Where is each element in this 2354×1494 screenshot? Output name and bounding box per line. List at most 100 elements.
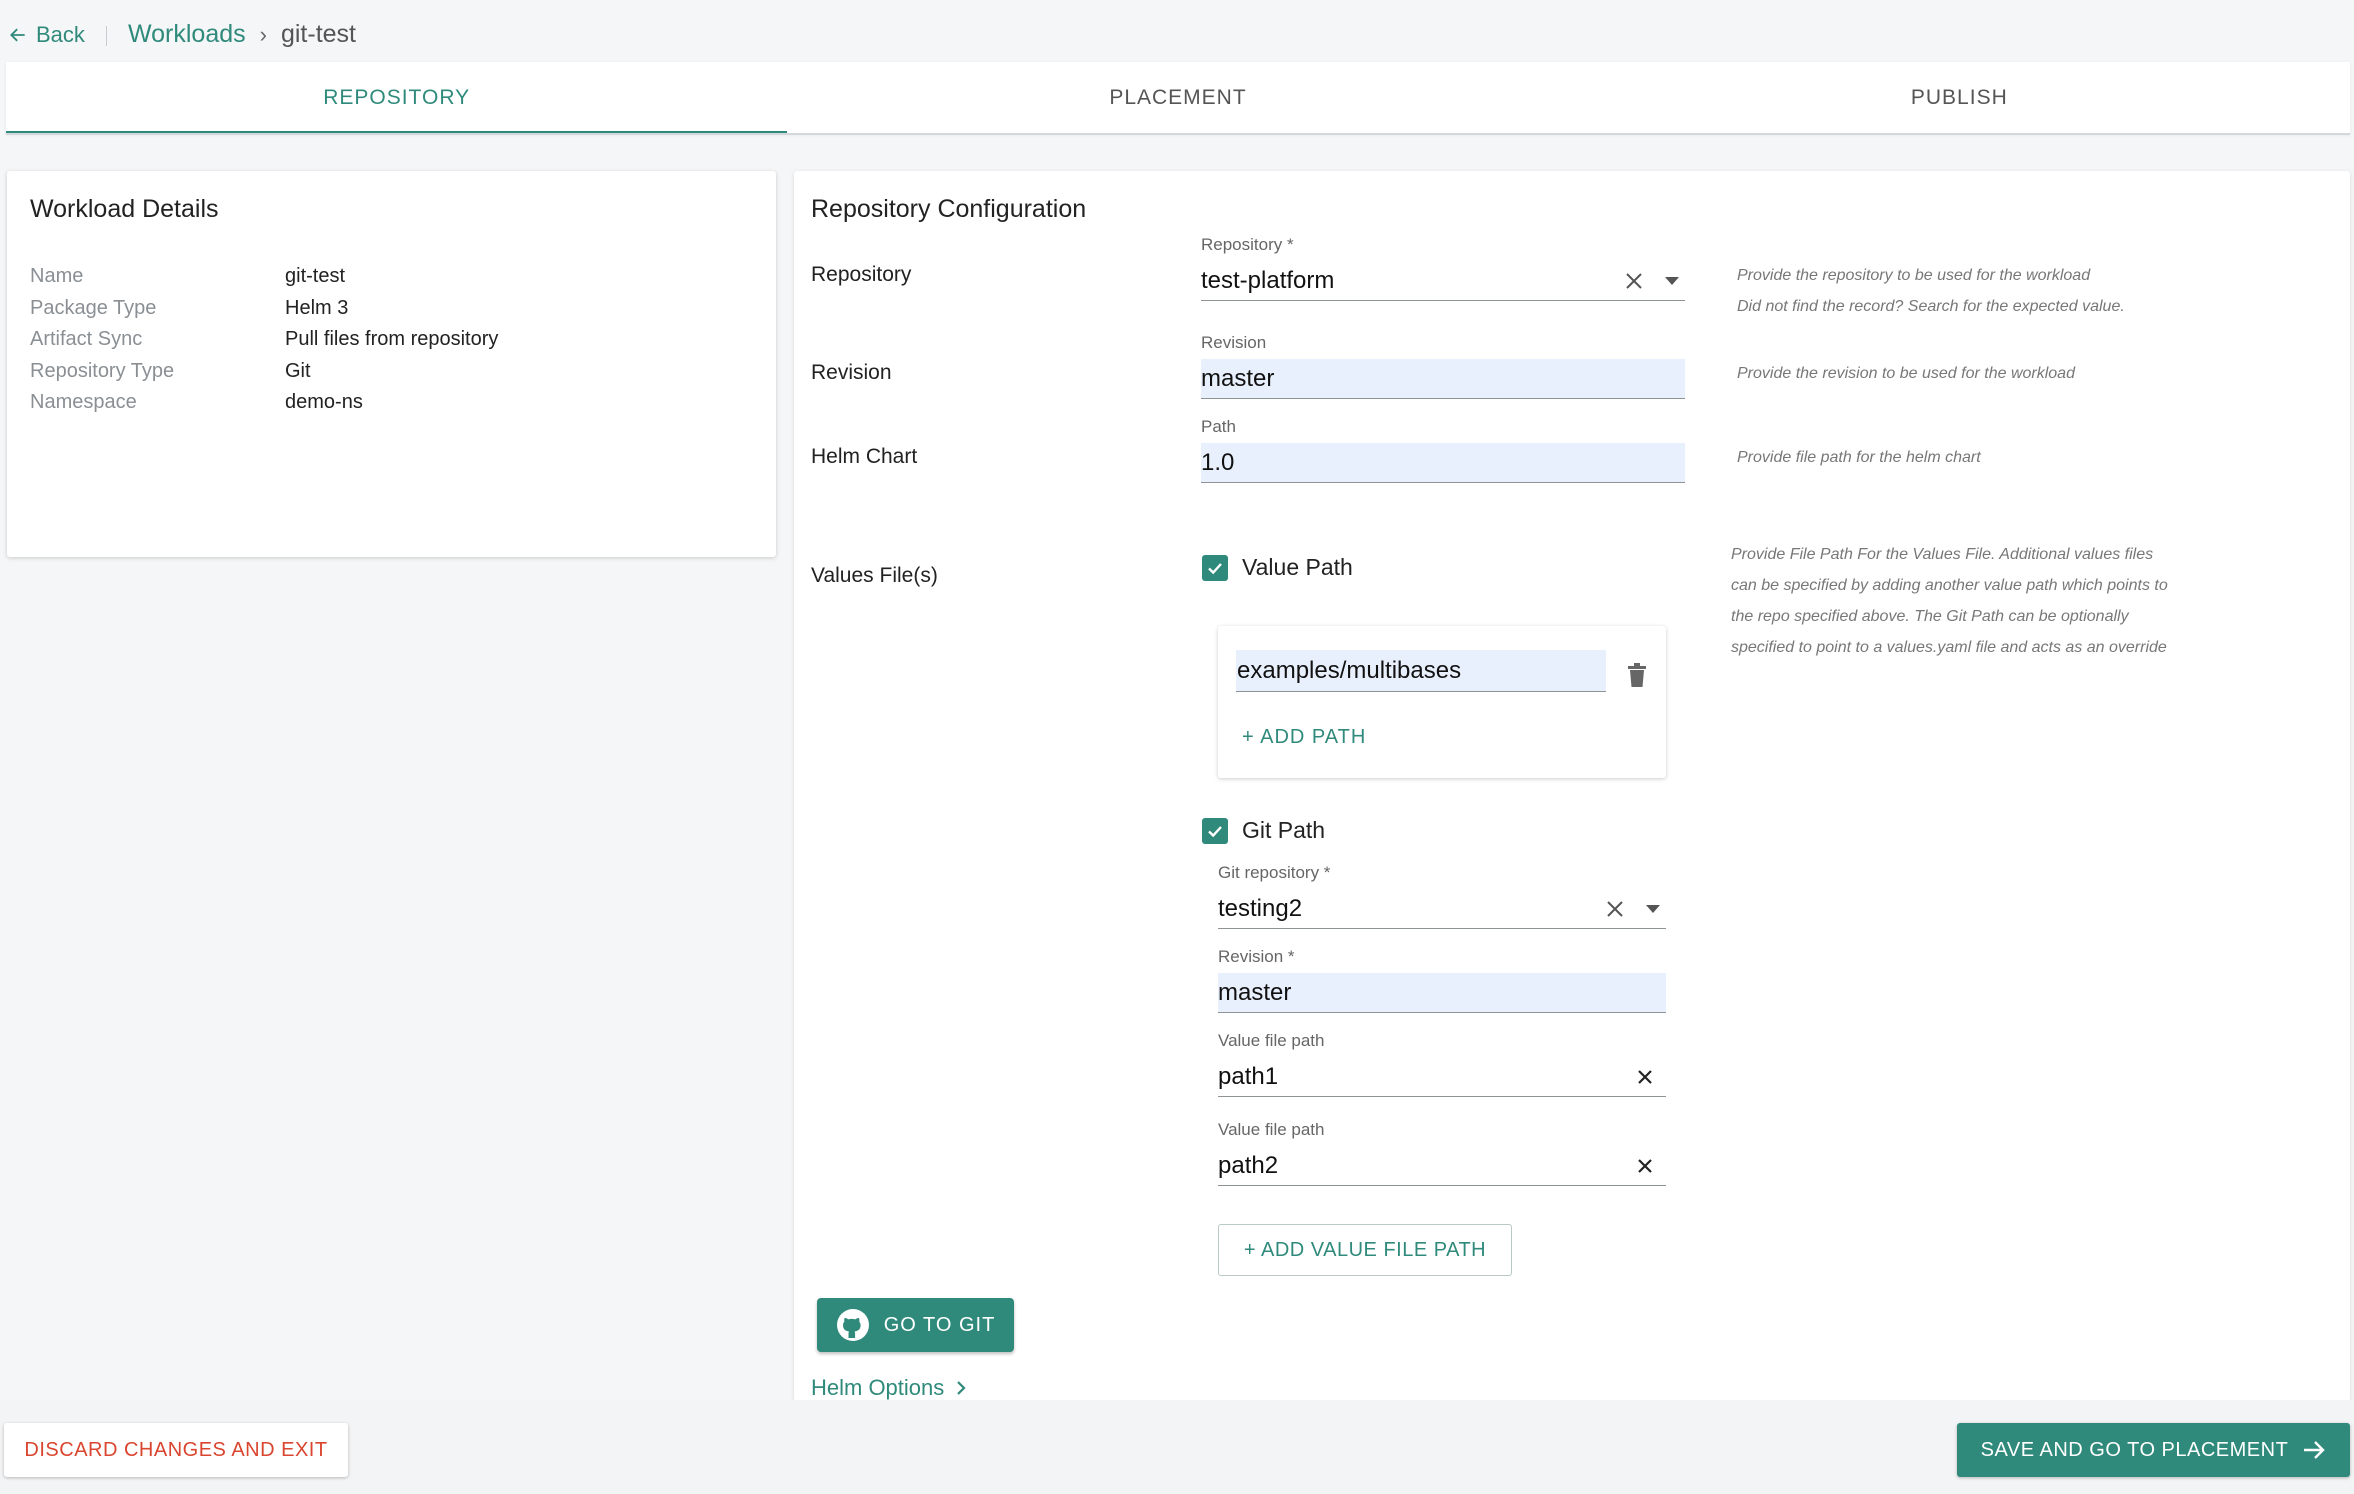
helm-chart-row-label: Helm Chart <box>811 445 918 468</box>
tabs-divider <box>6 133 2350 135</box>
arrow-right-icon <box>2304 1441 2326 1459</box>
value-path-card: examples/multibases + ADD PATH <box>1218 626 1666 778</box>
detail-row-namespace: Namespace demo-ns <box>30 387 498 419</box>
repository-help-line: Provide the repository to be used for th… <box>1737 267 2091 284</box>
divider <box>106 26 107 46</box>
dropdown-arrow-icon[interactable] <box>1659 268 1685 294</box>
back-button[interactable]: Back <box>8 22 85 48</box>
breadcrumb-workloads-link[interactable]: Workloads <box>128 20 246 49</box>
revision-row-label: Revision <box>811 361 892 384</box>
detail-value: git-test <box>285 265 346 288</box>
detail-value: Git <box>285 359 311 382</box>
detail-value: demo-ns <box>285 391 363 414</box>
values-files-help-line: the repo specified above. The Git Path c… <box>1731 608 2129 625</box>
helm-options-link[interactable]: Helm Options <box>811 1375 966 1401</box>
wizard-tabs: REPOSITORY PLACEMENT PUBLISH <box>6 62 2350 134</box>
value-file-path-field: Value file path path2 <box>1218 1120 1666 1186</box>
clear-icon[interactable] <box>1621 268 1647 294</box>
values-files-help: Provide File Path For the Values File. A… <box>1731 539 2168 663</box>
trash-icon[interactable] <box>1625 662 1649 688</box>
value-path-checkbox[interactable] <box>1202 554 1228 581</box>
back-label: Back <box>36 22 85 47</box>
git-path-checkbox[interactable] <box>1202 817 1228 844</box>
repository-help-line: Did not find the record? Search for the … <box>1737 298 2125 315</box>
revision-field: Revision master <box>1201 333 1685 399</box>
revision-input[interactable]: master <box>1201 359 1685 399</box>
detail-row-artifact-sync: Artifact Sync Pull files from repository <box>30 324 498 356</box>
detail-key: Package Type <box>30 296 157 319</box>
repository-configuration-title: Repository Configuration <box>811 195 1087 223</box>
value-file-path-input[interactable]: path2 <box>1218 1146 1666 1186</box>
detail-key: Name <box>30 265 84 288</box>
repository-configuration-card: Repository Configuration Repository Repo… <box>794 171 2350 1401</box>
values-files-help-line: can be specified by adding another value… <box>1731 577 2168 594</box>
tab-repository[interactable]: REPOSITORY <box>6 62 788 134</box>
git-repository-value: testing2 <box>1218 894 1303 922</box>
values-files-help-line: Provide File Path For the Values File. A… <box>1731 546 2154 563</box>
value-file-path-input[interactable]: path1 <box>1218 1057 1666 1097</box>
detail-key: Repository Type <box>30 359 175 382</box>
dropdown-arrow-icon[interactable] <box>1640 896 1666 922</box>
git-revision-field: Revision * master <box>1218 947 1666 1013</box>
save-and-go-to-placement-button[interactable]: SAVE AND GO TO PLACEMENT <box>1957 1423 2350 1477</box>
workload-details-list: Name git-test Package Type Helm 3 Artifa… <box>30 261 498 419</box>
chevron-right-icon <box>957 1381 966 1395</box>
repository-row-label: Repository <box>811 263 912 286</box>
top-bar: Back Workloads › git-test <box>0 0 2354 66</box>
repository-select[interactable]: test-platform <box>1201 261 1685 301</box>
detail-key: Namespace <box>30 391 137 414</box>
value-file-path-label: Value file path <box>1218 1120 1325 1139</box>
workload-details-card: Workload Details Name git-test Package T… <box>7 171 776 557</box>
repository-help: Provide the repository to be used for th… <box>1737 260 2125 322</box>
git-path-label: Git Path <box>1242 817 1326 843</box>
value-path-input[interactable]: examples/multibases <box>1236 650 1606 692</box>
add-value-file-path-button[interactable]: + ADD VALUE FILE PATH <box>1218 1224 1512 1276</box>
value-path-label: Value Path <box>1242 554 1353 580</box>
value-file-path-value: path1 <box>1218 1062 1279 1090</box>
git-repository-select[interactable]: testing2 <box>1218 889 1666 929</box>
tab-publish[interactable]: PUBLISH <box>1569 62 2350 134</box>
go-to-git-button[interactable]: GO TO GIT <box>817 1298 1014 1352</box>
value-path-checkbox-row: Value Path <box>1202 554 1353 581</box>
git-repository-field: Git repository * testing2 <box>1218 863 1666 929</box>
detail-row-package-type: Package Type Helm 3 <box>30 293 498 325</box>
go-to-git-label: GO TO GIT <box>883 1313 996 1336</box>
helm-chart-path-value: 1.0 <box>1201 448 1235 476</box>
arrow-left-icon <box>10 28 25 42</box>
value-file-path-value: path2 <box>1218 1151 1279 1179</box>
detail-value: Pull files from repository <box>285 328 499 351</box>
git-path-checkbox-row: Git Path <box>1202 817 1325 844</box>
values-files-row-label: Values File(s) <box>811 564 938 587</box>
clear-icon[interactable] <box>1602 896 1628 922</box>
close-icon[interactable] <box>1632 1153 1658 1179</box>
breadcrumb-current: git-test <box>280 20 356 48</box>
discard-changes-button[interactable]: DISCARD CHANGES AND EXIT <box>4 1423 348 1477</box>
chevron-right-icon: › <box>259 21 267 47</box>
check-icon <box>1208 825 1222 837</box>
helm-chart-path-label: Path <box>1201 417 1236 436</box>
revision-field-label: Revision <box>1201 333 1267 352</box>
github-icon <box>836 1309 869 1341</box>
check-icon <box>1208 562 1222 574</box>
close-icon[interactable] <box>1632 1064 1658 1090</box>
git-revision-input[interactable]: master <box>1218 973 1666 1013</box>
value-file-path-label: Value file path <box>1218 1031 1325 1050</box>
workload-details-title: Workload Details <box>30 195 219 223</box>
values-files-help-line: specified to point to a values.yaml file… <box>1731 639 2167 656</box>
breadcrumb: Workloads › git-test <box>128 20 356 49</box>
helm-chart-path-field: Path 1.0 <box>1201 417 1685 483</box>
git-revision-label: Revision * <box>1218 947 1295 966</box>
repository-value: test-platform <box>1201 266 1335 294</box>
helm-chart-path-input[interactable]: 1.0 <box>1201 443 1685 483</box>
revision-value: master <box>1201 364 1275 392</box>
repository-field: Repository * test-platform <box>1201 235 1685 301</box>
detail-key: Artifact Sync <box>30 328 143 351</box>
repository-field-label: Repository * <box>1201 235 1294 254</box>
git-revision-value: master <box>1218 978 1292 1006</box>
helm-options-label: Helm Options <box>811 1375 945 1400</box>
tab-placement[interactable]: PLACEMENT <box>787 62 1568 134</box>
value-file-path-field: Value file path path1 <box>1218 1031 1666 1097</box>
detail-row-repository-type: Repository Type Git <box>30 356 498 388</box>
add-path-button[interactable]: + ADD PATH <box>1242 726 1366 749</box>
value-path-value: examples/multibases <box>1237 656 1462 684</box>
